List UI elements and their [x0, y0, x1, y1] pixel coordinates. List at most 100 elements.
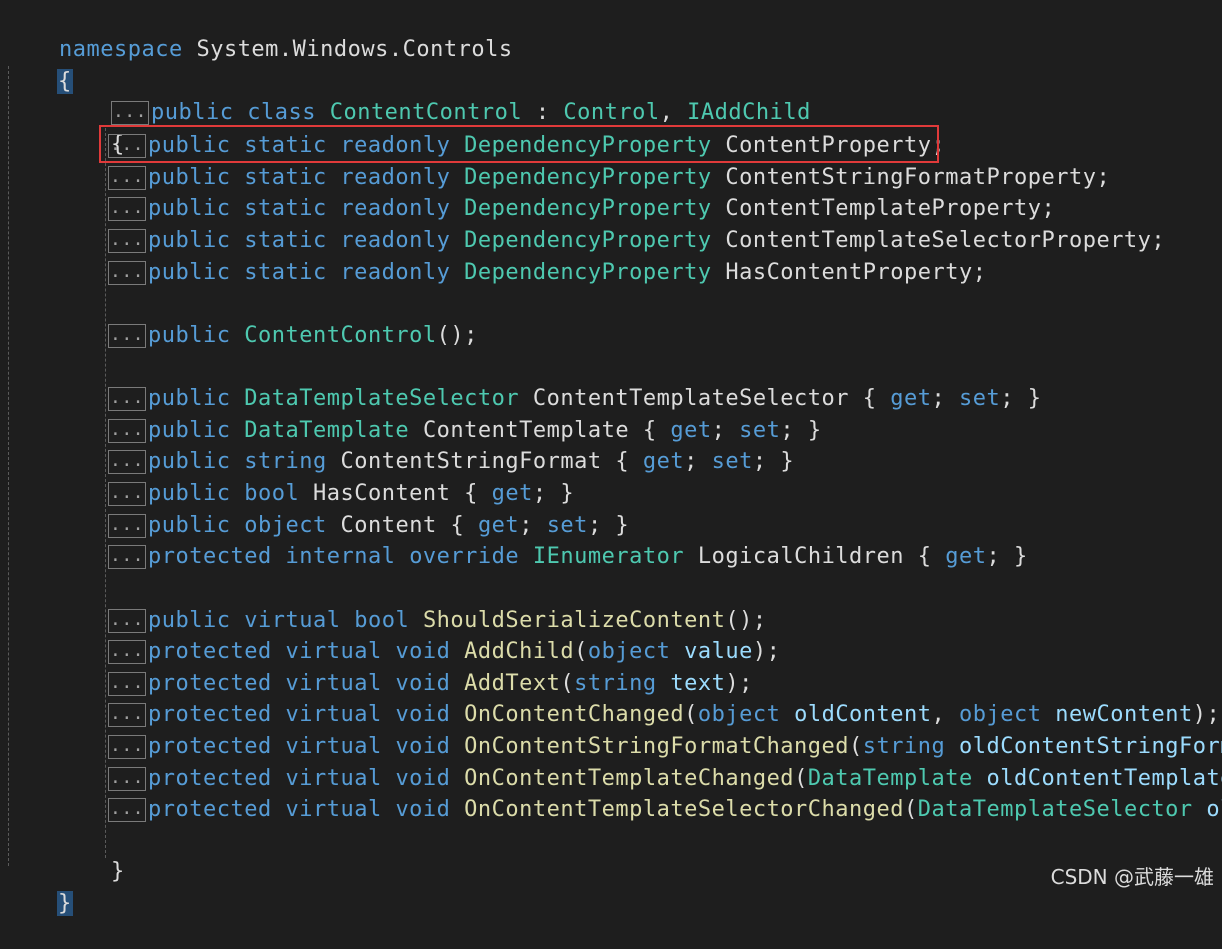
- field-type: DependencyProperty: [464, 260, 712, 285]
- return-type: void: [395, 766, 451, 791]
- punctuation: ; }: [780, 418, 822, 443]
- field-modifiers: public static readonly: [148, 196, 451, 221]
- property-declaration: ... public bool HasContent { get; }: [108, 479, 574, 509]
- parameter-type: string: [574, 671, 657, 696]
- keyword: virtual: [285, 671, 382, 696]
- property-name: LogicalChildren: [697, 544, 905, 569]
- namespace-keyword: namespace: [58, 37, 183, 62]
- property-name: ContentStringFormat: [340, 449, 602, 474]
- punctuation: ;: [711, 418, 740, 443]
- accessor: get: [642, 449, 685, 474]
- fold-marker[interactable]: ...: [108, 324, 146, 348]
- punctuation: ();: [436, 323, 478, 348]
- fold-marker[interactable]: ...: [108, 387, 146, 411]
- property-type: DataTemplateSelector: [244, 386, 520, 411]
- property-declaration: ... public string ContentStringFormat { g…: [108, 447, 794, 477]
- fold-marker[interactable]: ...: [108, 640, 146, 664]
- namespace-line: namespace System.Windows.Controls: [4, 5, 513, 62]
- parameter-type: object: [587, 639, 671, 664]
- punctuation: ; }: [587, 513, 630, 538]
- accessor: get: [945, 544, 987, 569]
- punctuation: ; }: [1000, 386, 1042, 411]
- method-declaration: ... protected virtual void AddText(string…: [108, 671, 753, 696]
- keyword: override: [409, 544, 520, 569]
- punctuation: );: [752, 639, 781, 664]
- field-name: ContentStringFormatProperty;: [725, 165, 1111, 190]
- property-type: object: [244, 513, 327, 538]
- fold-marker[interactable]: ...: [108, 798, 146, 822]
- keyword: public: [148, 449, 231, 474]
- punctuation: );: [725, 671, 753, 696]
- return-type: void: [395, 639, 451, 664]
- punctuation: ;: [519, 513, 547, 538]
- fold-marker[interactable]: ...: [108, 735, 146, 759]
- namespace-name: System.Windows.Controls: [196, 37, 513, 62]
- fold-marker[interactable]: ...: [108, 703, 146, 727]
- base-class: Control: [563, 100, 660, 125]
- fold-marker[interactable]: ...: [108, 545, 146, 569]
- parameter-name: oldContentTemplate: [986, 766, 1222, 791]
- accessor: get: [477, 513, 520, 538]
- namespace-open-brace-line: {: [2, 37, 73, 94]
- constructor-declaration: ... public ContentControl();: [108, 321, 478, 351]
- keyword: internal: [285, 544, 396, 569]
- field-declaration: ... public static readonly DependencyProp…: [108, 163, 1110, 193]
- property-name: ContentTemplateSelector: [532, 386, 850, 411]
- content-property-highlight-box: [99, 125, 939, 163]
- method-name: ShouldSerializeContent: [422, 608, 726, 633]
- keyword: virtual: [285, 734, 382, 759]
- method-declaration: ... protected virtual void AddChild(objec…: [108, 639, 781, 664]
- keyword: protected: [148, 766, 272, 791]
- fold-marker[interactable]: ...: [108, 514, 146, 538]
- punctuation: ();: [725, 608, 767, 633]
- accessor: get: [491, 481, 533, 506]
- interface-name: IAddChild: [687, 100, 811, 125]
- method-declaration: ... public virtual bool ShouldSerializeCo…: [108, 606, 767, 636]
- fold-marker[interactable]: ...: [108, 419, 146, 443]
- punctuation: ; }: [986, 544, 1028, 569]
- property-type: bool: [244, 481, 300, 506]
- keyword: protected: [148, 734, 272, 759]
- property-declaration: ... protected internal override IEnumerat…: [108, 542, 1028, 572]
- fold-marker[interactable]: ...: [108, 767, 146, 791]
- accessor: set: [711, 449, 753, 474]
- property-declaration: ... public DataTemplateSelector ContentTe…: [108, 384, 1042, 414]
- field-modifiers: public static readonly: [148, 260, 451, 285]
- field-type: DependencyProperty: [464, 165, 712, 190]
- fold-marker[interactable]: ...: [108, 482, 146, 506]
- punctuation: {: [450, 513, 478, 538]
- class-close-brace-line: }: [56, 827, 125, 884]
- fold-marker[interactable]: ...: [108, 261, 146, 285]
- fold-marker[interactable]: ...: [108, 166, 146, 190]
- keyword: protected: [148, 639, 272, 664]
- property-name: HasContent: [312, 481, 451, 506]
- watermark: CSDN @武藤一雄: [1050, 865, 1214, 889]
- field-declaration: ... public static readonly DependencyProp…: [108, 226, 1165, 256]
- parameter-name: text: [670, 671, 726, 696]
- accessor: set: [546, 513, 588, 538]
- fold-marker[interactable]: ...: [108, 672, 146, 696]
- keyword: class: [247, 100, 316, 125]
- fold-marker[interactable]: ...: [108, 197, 146, 221]
- property-name: ContentTemplate: [422, 418, 630, 443]
- fold-marker[interactable]: ...: [108, 229, 146, 253]
- method-name: OnContentTemplateSelectorChanged: [464, 797, 905, 822]
- method-declaration: ... protected virtual void OnContentChang…: [108, 702, 1221, 727]
- namespace-close-brace[interactable]: }: [56, 891, 73, 916]
- parameter-type: string: [862, 734, 946, 759]
- keyword: public: [148, 323, 231, 348]
- field-name: HasContentProperty;: [725, 260, 987, 285]
- punctuation: {: [642, 418, 671, 443]
- parameter-name: oldContent: [794, 702, 932, 727]
- constructor-name: ContentControl: [244, 323, 437, 348]
- method-name: AddText: [464, 671, 561, 696]
- keyword: public: [148, 481, 231, 506]
- fold-marker[interactable]: ...: [108, 450, 146, 474]
- method-declaration: ... protected virtual void OnContentTempl…: [108, 764, 1222, 794]
- punctuation: {: [862, 386, 891, 411]
- accessor: get: [890, 386, 932, 411]
- fold-marker[interactable]: ...: [108, 609, 146, 633]
- code-editor[interactable]: namespace System.Windows.Controls { ... p…: [0, 0, 1222, 916]
- method-declaration: ... protected virtual void OnContentTempl…: [108, 795, 1222, 825]
- punctuation: {: [615, 449, 643, 474]
